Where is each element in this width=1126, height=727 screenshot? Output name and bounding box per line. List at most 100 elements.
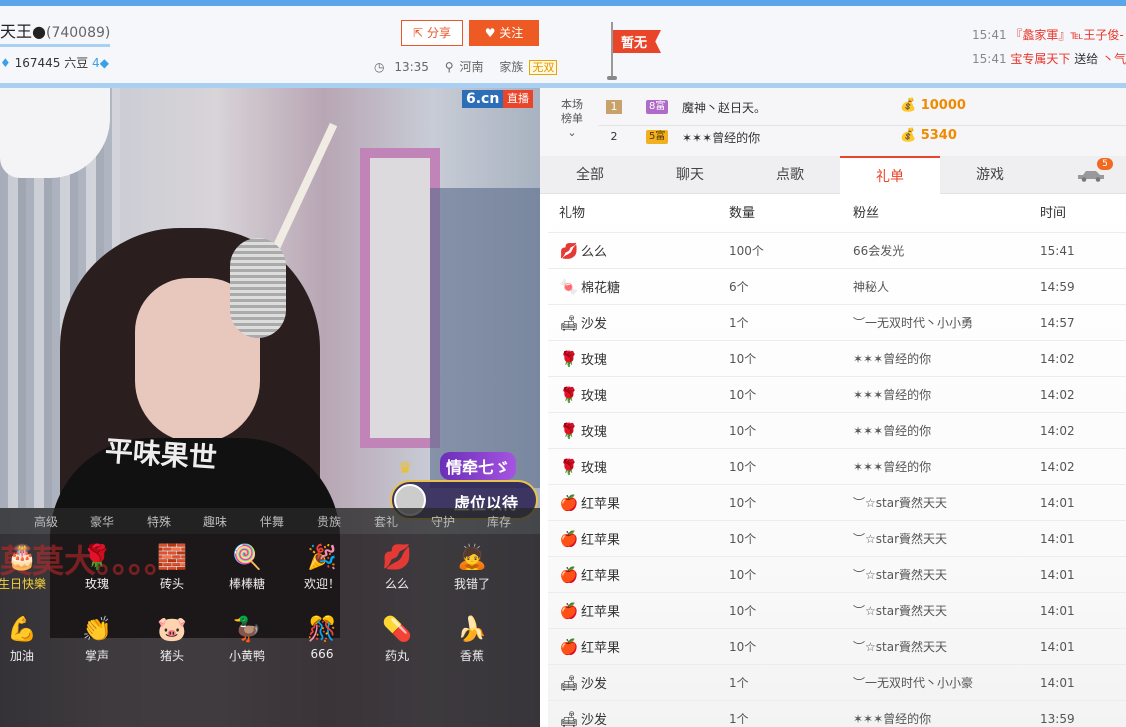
gift-cell: 🛋 沙发: [559, 701, 607, 727]
gift-tab[interactable]: 豪华: [90, 513, 114, 530]
flag-widget[interactable]: 暂无: [606, 22, 666, 82]
gift-tab[interactable]: 守护: [431, 513, 455, 530]
gift-item[interactable]: 👏 掌声: [60, 614, 134, 664]
gift-cell: 🍎 红苹果: [559, 557, 620, 593]
gift-tab[interactable]: 高级: [34, 513, 58, 530]
news-time: 15:41: [972, 52, 1007, 66]
gift-item[interactable]: 🍌 香蕉: [435, 614, 509, 664]
gift-label: 棒棒糖: [228, 577, 265, 591]
gift-item[interactable]: 💊 药丸: [360, 614, 434, 664]
ranking-name: ✶✶✶曾经的你: [682, 131, 761, 145]
room-meta: ◷ 13:35 ⚲ 河南 家族 无双: [374, 58, 563, 75]
fan-cell: ︶☆star賫然天天: [853, 604, 948, 618]
red-apple-icon: 🍎: [559, 602, 579, 620]
table-row[interactable]: 🍎 红苹果 10个 ︶☆star賫然天天 14:01: [548, 628, 1126, 664]
family-tag[interactable]: 无双: [529, 60, 558, 75]
time-cell: 14:02: [1040, 460, 1075, 474]
news-text: 宝专属天下: [1010, 52, 1071, 66]
fan-cell: 神秘人: [853, 280, 890, 294]
news-line-2[interactable]: 15:41 宝专属天下 送给 丶气: [972, 50, 1126, 67]
gift-item[interactable]: 🙇 我错了: [435, 542, 509, 592]
share-button[interactable]: ⇱ 分享: [401, 20, 463, 46]
gift-label: 生日快樂: [0, 577, 46, 591]
chevron-down-icon: ⌄: [567, 126, 577, 139]
video-player[interactable]: 平味果世 6.cn 直播 ♛ 情牵七ゞ 虚位以待 高级 豪华 特殊 趣味 伴舞 …: [0, 88, 540, 727]
gift-item[interactable]: 💪 加油: [0, 614, 59, 664]
ranking-label[interactable]: 本场榜单 ⌄: [558, 98, 586, 140]
gift-cell: 🌹 玫瑰: [559, 449, 607, 485]
birthday-girl-icon: 🎂: [7, 543, 37, 571]
panel-tabs: 全部 聊天 点歌 礼单 游戏 5: [540, 156, 1126, 195]
gift-item[interactable]: 🧱 砖头: [135, 542, 209, 592]
table-row[interactable]: 💋 么么 100个 66会发光 15:41: [548, 232, 1126, 268]
table-row[interactable]: 🛋 沙发 1个 ✶✶✶曾经的你 13:59: [548, 700, 1126, 727]
table-row[interactable]: 🛋 沙发 1个 ︶一无双时代丶小小豪 14:01: [548, 664, 1126, 700]
kiss-lips-icon: 💋: [382, 543, 412, 571]
table-row[interactable]: 🍎 红苹果 10个 ︶☆star賫然天天 14:01: [548, 556, 1126, 592]
gift-item[interactable]: 🌹 玫瑰: [60, 542, 134, 592]
news-text: 『蠡家軍』℡王子俊-: [1010, 28, 1124, 42]
gift-item[interactable]: 🎂 生日快樂: [0, 542, 59, 592]
car-icon[interactable]: [1076, 168, 1106, 182]
ranking-gold-value: 10000: [920, 98, 966, 113]
column-header-time: 时间: [1040, 206, 1067, 221]
table-row[interactable]: 🌹 玫瑰 10个 ✶✶✶曾经的你 14:02: [548, 412, 1126, 448]
level-badge: 4: [92, 56, 100, 70]
gift-tab[interactable]: 套礼: [374, 513, 398, 530]
gift-item[interactable]: 🐷 猪头: [135, 614, 209, 664]
brick-icon: 🧱: [157, 543, 187, 571]
table-row[interactable]: 🍎 红苹果 10个 ︶☆star賫然天天 14:01: [548, 484, 1126, 520]
mirror-frame: [360, 148, 440, 448]
gift-item[interactable]: 🎊 666: [285, 614, 359, 661]
time-cell: 14:01: [1040, 568, 1075, 582]
coin-stack-icon: 💰: [900, 128, 917, 143]
table-row[interactable]: 🌹 玫瑰 10个 ✶✶✶曾经的你 14:02: [548, 340, 1126, 376]
ranking-row[interactable]: 1 8富 魔神丶赵日天。 💰 10000: [598, 92, 1126, 122]
tab-all[interactable]: 全部: [540, 156, 640, 194]
coin-stack-icon: 💰: [900, 98, 917, 113]
quantity-cell: 1个: [729, 712, 749, 726]
time-cell: 14:02: [1040, 424, 1075, 438]
wealth-level-badge: 8富: [646, 100, 669, 114]
table-row[interactable]: 🛋 沙发 1个 ︶一无双时代丶小小勇 14:57: [548, 304, 1126, 340]
table-row[interactable]: 🍬 棉花糖 6个 神秘人 14:59: [548, 268, 1126, 304]
follow-button[interactable]: ♥ 关注: [469, 20, 539, 46]
time-cell: 14:02: [1040, 352, 1075, 366]
tab-chat[interactable]: 聊天: [640, 156, 740, 194]
gift-name: 红苹果: [581, 605, 621, 620]
gift-item[interactable]: 🦆 小黄鸭: [210, 614, 284, 664]
gift-item[interactable]: 💋 么么: [360, 542, 434, 592]
rose-icon: 🌹: [559, 386, 579, 404]
gift-name: 玫瑰: [581, 389, 608, 404]
quantity-cell: 10个: [729, 460, 757, 474]
gift-cell: 🍎 红苹果: [559, 485, 620, 521]
tab-gift-list[interactable]: 礼单: [840, 156, 940, 195]
tab-song-request[interactable]: 点歌: [740, 156, 840, 194]
news-time: 15:41: [972, 28, 1007, 42]
gift-label: 欢迎！: [303, 577, 340, 591]
table-row[interactable]: 🌹 玫瑰 10个 ✶✶✶曾经的你 14:02: [548, 448, 1126, 484]
gift-tab[interactable]: 贵族: [317, 513, 341, 530]
flag-base: [607, 76, 617, 80]
host-name[interactable]: 天王●(740089): [0, 18, 110, 42]
welcome-icon: 🎉: [307, 543, 337, 571]
ranking-row[interactable]: 2 5富 ✶✶✶曾经的你 💰 5340: [598, 122, 1126, 152]
cotton-candy-icon: 🍬: [559, 278, 579, 296]
gift-tab[interactable]: 趣味: [203, 513, 227, 530]
gift-tab[interactable]: 库存: [487, 513, 511, 530]
gift-item[interactable]: 🍭 棒棒糖: [210, 542, 284, 592]
quantity-cell: 10个: [729, 424, 757, 438]
news-line-1[interactable]: 15:41 『蠡家軍』℡王子俊-: [972, 26, 1124, 43]
red-apple-icon: 🍎: [559, 638, 579, 656]
table-row[interactable]: 🍎 红苹果 10个 ︶☆star賫然天天 14:01: [548, 520, 1126, 556]
heart-icon: ♥: [484, 26, 496, 40]
level-diamond-icon: ◆: [99, 56, 109, 70]
gift-item[interactable]: 🎉 欢迎！: [285, 542, 359, 592]
gift-name: 么么: [581, 245, 608, 260]
gift-tab[interactable]: 伴舞: [260, 513, 284, 530]
table-row[interactable]: 🍎 红苹果 10个 ︶☆star賫然天天 14:01: [548, 592, 1126, 628]
gift-label: 么么: [384, 577, 409, 591]
tab-games[interactable]: 游戏: [940, 156, 1040, 194]
table-row[interactable]: 🌹 玫瑰 10个 ✶✶✶曾经的你 14:02: [548, 376, 1126, 412]
gift-tab[interactable]: 特殊: [147, 513, 171, 530]
